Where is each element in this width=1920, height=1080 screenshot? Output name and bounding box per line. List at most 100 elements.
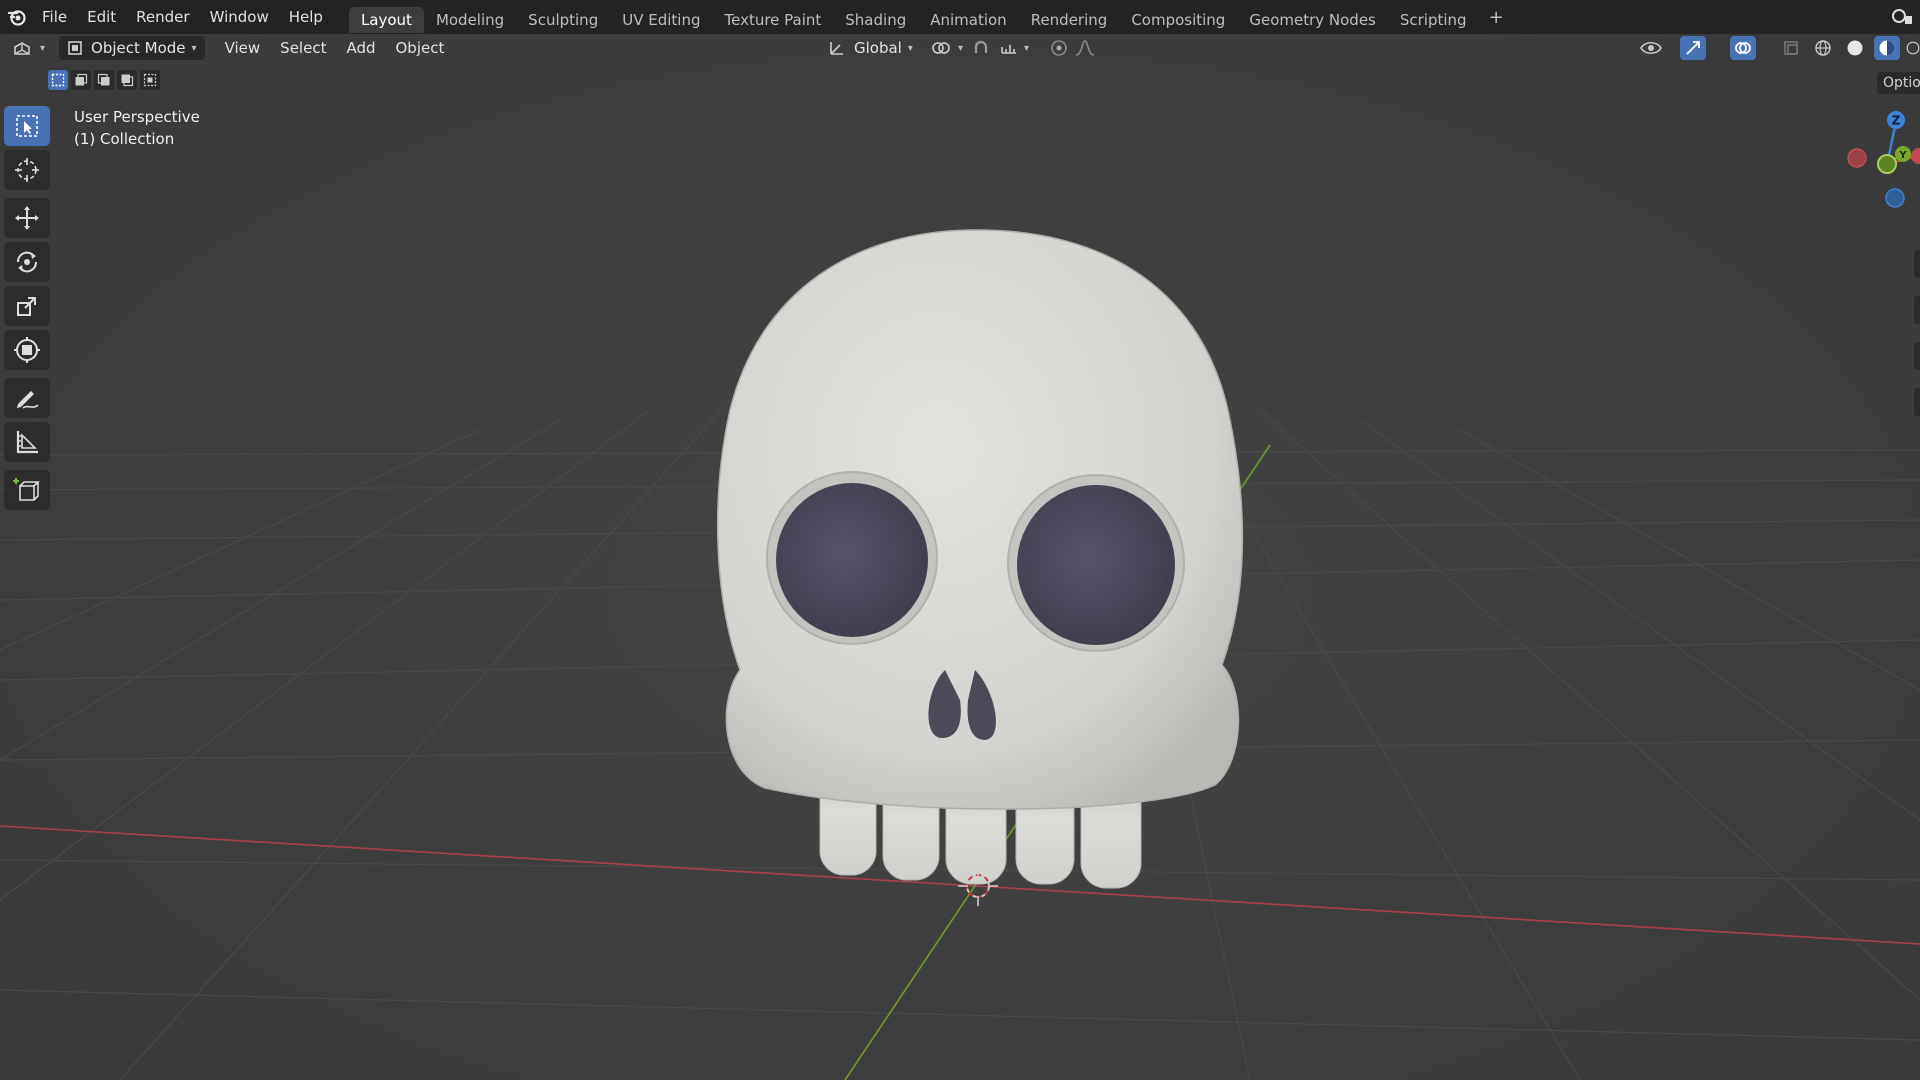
tool-scale[interactable]: [4, 286, 50, 326]
navigation-buttons-edge: [1914, 250, 1920, 434]
select-menu[interactable]: Select: [274, 36, 332, 60]
object-mode-icon: [68, 41, 82, 55]
tab-compositing[interactable]: Compositing: [1119, 7, 1237, 33]
proportional-icon: [1051, 40, 1067, 56]
chevron-down-icon: ▾: [907, 42, 913, 54]
gizmo-z-label: Z: [1892, 114, 1901, 128]
tab-sculpting[interactable]: Sculpting: [516, 7, 610, 33]
top-bar: File Edit Render Window Help Layout Mode…: [0, 0, 1920, 34]
measure-icon: [16, 431, 38, 454]
rendered-shading-icon: [1906, 41, 1920, 55]
add-workspace-button[interactable]: +: [1479, 7, 1514, 28]
rotate-icon: [16, 251, 38, 273]
tab-layout[interactable]: Layout: [348, 7, 424, 33]
object-menu[interactable]: Object: [390, 36, 451, 60]
tool-cursor[interactable]: [4, 150, 50, 190]
options-button[interactable]: Options: [1877, 72, 1920, 94]
tool-transform[interactable]: [4, 330, 50, 370]
orientation-dropdown[interactable]: Global ▾: [822, 36, 919, 60]
menu-help[interactable]: Help: [279, 0, 333, 34]
select-subtract-icon: [97, 73, 110, 86]
select-new-icon: [51, 73, 65, 87]
select-new-button[interactable]: [48, 70, 68, 90]
select-extend-button[interactable]: [71, 70, 91, 90]
select-intersect-icon: [143, 73, 157, 87]
skull-mesh[interactable]: [716, 229, 1244, 889]
tab-scripting[interactable]: Scripting: [1388, 7, 1479, 33]
perspective-toggle-button[interactable]: [1914, 388, 1920, 416]
zoom-button[interactable]: [1914, 250, 1920, 278]
select-invert-button[interactable]: [117, 70, 137, 90]
viewport-header-right: [1638, 36, 1920, 60]
3d-viewport[interactable]: [0, 0, 1920, 1080]
select-invert-icon: [121, 74, 134, 87]
overlay-toggle[interactable]: [1730, 36, 1756, 60]
pivot-icon: [932, 42, 950, 54]
wireframe-shading-button[interactable]: [1810, 36, 1836, 60]
tool-annotate[interactable]: [4, 378, 50, 418]
add-menu[interactable]: Add: [340, 36, 381, 60]
gizmo-x[interactable]: [1911, 148, 1920, 164]
tab-texture-paint[interactable]: Texture Paint: [712, 7, 833, 33]
mode-label: Object Mode: [91, 39, 186, 57]
menu-render[interactable]: Render: [126, 0, 199, 34]
menu-file[interactable]: File: [32, 0, 77, 34]
tab-animation[interactable]: Animation: [918, 7, 1018, 33]
scene-icon[interactable]: [1890, 4, 1914, 28]
material-shading-button[interactable]: [1874, 36, 1900, 60]
tab-geometry-nodes[interactable]: Geometry Nodes: [1237, 7, 1388, 33]
pan-button[interactable]: [1914, 296, 1920, 324]
mode-dropdown[interactable]: Object Mode ▾: [59, 36, 205, 60]
gizmo-neg-y[interactable]: [1877, 154, 1897, 174]
navigation-gizmo[interactable]: Y Z: [1840, 104, 1920, 214]
snap-icon: [974, 40, 988, 53]
snap-target-dropdown[interactable]: ▾: [994, 36, 1035, 60]
tool-shelf: [4, 106, 52, 514]
select-intersect-button[interactable]: [140, 70, 160, 90]
visibility-dropdown[interactable]: [1638, 36, 1664, 60]
solid-shading-button[interactable]: [1842, 36, 1868, 60]
overlay-icon: [1735, 42, 1751, 54]
transform-icon: [14, 337, 40, 363]
tool-measure[interactable]: [4, 422, 50, 462]
gizmo-toggle[interactable]: [1680, 36, 1706, 60]
rendered-shading-button[interactable]: [1906, 36, 1920, 60]
gizmo-neg-x[interactable]: [1847, 148, 1867, 168]
view-menu[interactable]: View: [219, 36, 267, 60]
gizmo-y-label: Y: [1898, 150, 1907, 161]
camera-view-button[interactable]: [1914, 342, 1920, 370]
tool-rotate[interactable]: [4, 242, 50, 282]
visibility-icon: [1640, 41, 1662, 55]
orientation-icon: [830, 42, 843, 55]
gizmo-neg-z[interactable]: [1885, 188, 1905, 208]
tab-modeling[interactable]: Modeling: [424, 7, 516, 33]
tab-shading[interactable]: Shading: [833, 7, 918, 33]
chevron-down-icon: ▾: [40, 42, 46, 54]
tool-move[interactable]: [4, 198, 50, 238]
perspective-label: User Perspective: [74, 108, 200, 126]
tool-select-box[interactable]: [4, 106, 50, 146]
menu-edit[interactable]: Edit: [77, 0, 126, 34]
gizmo-icon: [1686, 41, 1700, 55]
editor-type-icon: [14, 42, 30, 55]
xray-toggle[interactable]: [1778, 36, 1804, 60]
pivot-dropdown[interactable]: ▾: [924, 36, 969, 60]
select-subtract-button[interactable]: [94, 70, 114, 90]
blender-logo[interactable]: [2, 0, 32, 34]
material-shading-icon: [1879, 40, 1895, 56]
solid-shading-icon: [1847, 40, 1863, 56]
wireframe-shading-icon: [1815, 40, 1831, 56]
tool-add-cube[interactable]: [4, 470, 50, 510]
menu-window[interactable]: Window: [200, 0, 279, 34]
tab-uv-editing[interactable]: UV Editing: [610, 7, 712, 33]
add-cube-icon: [13, 478, 40, 501]
editor-type-button[interactable]: ▾: [6, 36, 51, 60]
snap-toggle[interactable]: [966, 36, 996, 60]
orientation-label: Global: [854, 39, 902, 57]
tab-rendering[interactable]: Rendering: [1019, 7, 1120, 33]
collection-label: (1) Collection: [74, 130, 175, 148]
cursor-icon: [15, 158, 39, 182]
select-extend-icon: [75, 73, 88, 86]
proportional-falloff-dropdown[interactable]: [1068, 36, 1102, 60]
viewport-header: ▾ Object Mode ▾ View Select Add Object G…: [0, 34, 1920, 62]
